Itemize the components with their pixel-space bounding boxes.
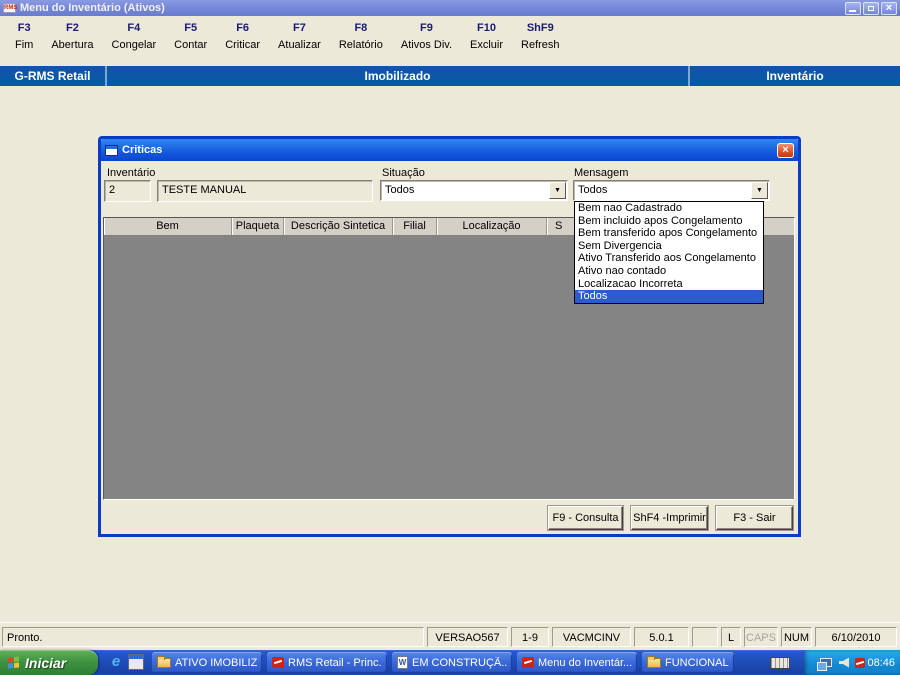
internet-explorer-icon[interactable]: e [108, 654, 124, 670]
dialog-close-button[interactable]: × [777, 142, 794, 158]
toolbar-item-excluir[interactable]: F10 Excluir [461, 22, 512, 51]
restore-button[interactable] [863, 1, 879, 15]
status-program: VACMCINV [552, 627, 631, 647]
taskbar-item-ativo-imobilizado[interactable]: ATIVO IMOBILIZ... [152, 652, 262, 673]
close-icon: × [885, 1, 893, 14]
taskbar-item-menu-inventario[interactable]: Menu do Inventár... [517, 652, 637, 673]
band-submodule: Inventário [766, 69, 824, 83]
dialog-title: Criticas [122, 144, 163, 156]
chevron-down-icon[interactable]: ▼ [751, 182, 768, 199]
dropdown-option[interactable]: Bem nao Cadastrado [575, 202, 763, 215]
network-icon[interactable] [817, 658, 832, 671]
toolbar-item-relatorio[interactable]: F8 Relatório [330, 22, 392, 51]
status-caps: CAPS [744, 627, 778, 647]
situacao-label: Situação [382, 167, 425, 179]
situacao-combobox[interactable]: Todos ▼ [380, 180, 568, 201]
dropdown-option[interactable]: Ativo nao contado [575, 265, 763, 278]
windows-flag-icon [8, 655, 20, 669]
toolbar-item-contar[interactable]: F5 Contar [165, 22, 216, 51]
window-titlebar: RMS Menu do Inventário (Ativos) × [0, 0, 900, 16]
start-label: Iniciar [25, 654, 67, 671]
taskbar-item-em-construcao[interactable]: W EM CONSTRUÇÃ... [392, 652, 512, 673]
minimize-icon [849, 9, 856, 12]
toolbar-item-fim[interactable]: F3 Fim [6, 22, 42, 51]
status-date: 6/10/2010 [815, 627, 897, 647]
inventario-name-field[interactable]: TESTE MANUAL [157, 180, 373, 202]
toolbar-item-atualizar[interactable]: F7 Atualizar [269, 22, 330, 51]
consulta-button[interactable]: F9 - Consulta [548, 506, 623, 530]
folder-icon [647, 655, 661, 668]
band-product: G-RMS Retail [14, 69, 91, 83]
client-area: Criticas × Inventário 2 TESTE MANUAL Sit… [0, 86, 900, 622]
mensagem-label: Mensagem [574, 167, 629, 179]
module-band: G-RMS Retail Imobilizado Inventário [0, 66, 900, 86]
taskbar-item-funcional[interactable]: FUNCIONAL [642, 652, 734, 673]
status-version: VERSAO567 [427, 627, 508, 647]
close-button[interactable]: × [881, 1, 897, 15]
status-l-flag: L [721, 627, 741, 647]
toolbar-item-ativos-div[interactable]: F9 Ativos Div. [392, 22, 461, 51]
band-module: Imobilizado [364, 69, 431, 83]
toolbar-item-abertura[interactable]: F2 Abertura [42, 22, 102, 51]
function-toolbar: F3 Fim F2 Abertura F4 Congelar F5 Contar F6 C… [0, 16, 900, 64]
status-range: 1-9 [511, 627, 549, 647]
inventario-code-field[interactable]: 2 [104, 180, 151, 202]
mensagem-value: Todos [578, 184, 608, 196]
status-message: Pronto. [2, 627, 424, 647]
window-controls: × [845, 1, 897, 15]
rms-app-icon [522, 657, 534, 668]
toolbar-item-refresh[interactable]: ShF9 Refresh [512, 22, 569, 51]
screen: RMS Menu do Inventário (Ativos) × F3 Fim … [0, 0, 900, 675]
taskbar: Iniciar e ATIVO IMOBILIZ... RMS Retail -… [0, 650, 900, 675]
dropdown-option-selected[interactable]: Todos [575, 290, 763, 303]
speaker-icon[interactable] [839, 657, 849, 668]
column-header-plaqueta[interactable]: Plaqueta [232, 218, 284, 235]
start-button[interactable]: Iniciar [0, 650, 98, 675]
criticas-dialog: Criticas × Inventário 2 TESTE MANUAL Sit… [98, 136, 801, 537]
status-num: NUM [781, 627, 812, 647]
rms-tray-icon[interactable] [855, 657, 865, 668]
mensagem-combobox[interactable]: Todos ▼ [573, 180, 770, 201]
keyboard-language-icon[interactable] [770, 657, 790, 669]
toolbar-item-congelar[interactable]: F4 Congelar [103, 22, 166, 51]
mensagem-dropdown-list: Bem nao Cadastrado Bem incluido apos Con… [574, 201, 764, 304]
chevron-down-icon[interactable]: ▼ [549, 182, 566, 199]
column-header-filial[interactable]: Filial [393, 218, 437, 235]
dropdown-option[interactable]: Bem incluido apos Congelamento [575, 215, 763, 228]
form-icon [105, 144, 118, 156]
dropdown-option[interactable]: Localizacao Incorreta [575, 278, 763, 291]
statusbar: Pronto. VERSAO567 1-9 VACMCINV 5.0.1 L C… [0, 622, 900, 650]
restore-icon [868, 5, 874, 11]
dialog-body: Inventário 2 TESTE MANUAL Situação Todos… [101, 161, 798, 534]
rms-app-icon [272, 657, 284, 668]
status-empty [692, 627, 718, 647]
column-header-bem[interactable]: Bem [104, 218, 232, 235]
window-title: Menu do Inventário (Ativos) [20, 2, 165, 14]
dropdown-option[interactable]: Sem Divergencia [575, 240, 763, 253]
clock: 08:46 [867, 656, 895, 669]
minimize-button[interactable] [845, 1, 861, 15]
word-document-icon: W [397, 656, 408, 669]
toolbar-item-criticar[interactable]: F6 Criticar [216, 22, 269, 51]
app-rms-icon: RMS [3, 3, 18, 13]
inventario-label: Inventário [107, 167, 156, 179]
dropdown-option[interactable]: Ativo Transferido aos Congelamento [575, 252, 763, 265]
imprimir-button[interactable]: ShF4 -Imprimir [631, 506, 708, 530]
dropdown-option[interactable]: Bem transferido apos Congelamento [575, 227, 763, 240]
sair-button[interactable]: F3 - Sair [716, 506, 793, 530]
folder-icon [157, 655, 171, 668]
column-header-descricao[interactable]: Descrição Sintetica [284, 218, 393, 235]
quicklaunch-app-icon[interactable] [128, 654, 144, 670]
status-release: 5.0.1 [634, 627, 689, 647]
system-tray: 08:46 [804, 650, 900, 675]
column-header-localizacao[interactable]: Localização [437, 218, 547, 235]
situacao-value: Todos [385, 184, 415, 196]
taskbar-item-rms-retail[interactable]: RMS Retail - Princ... [267, 652, 387, 673]
dialog-titlebar: Criticas × [101, 139, 798, 161]
